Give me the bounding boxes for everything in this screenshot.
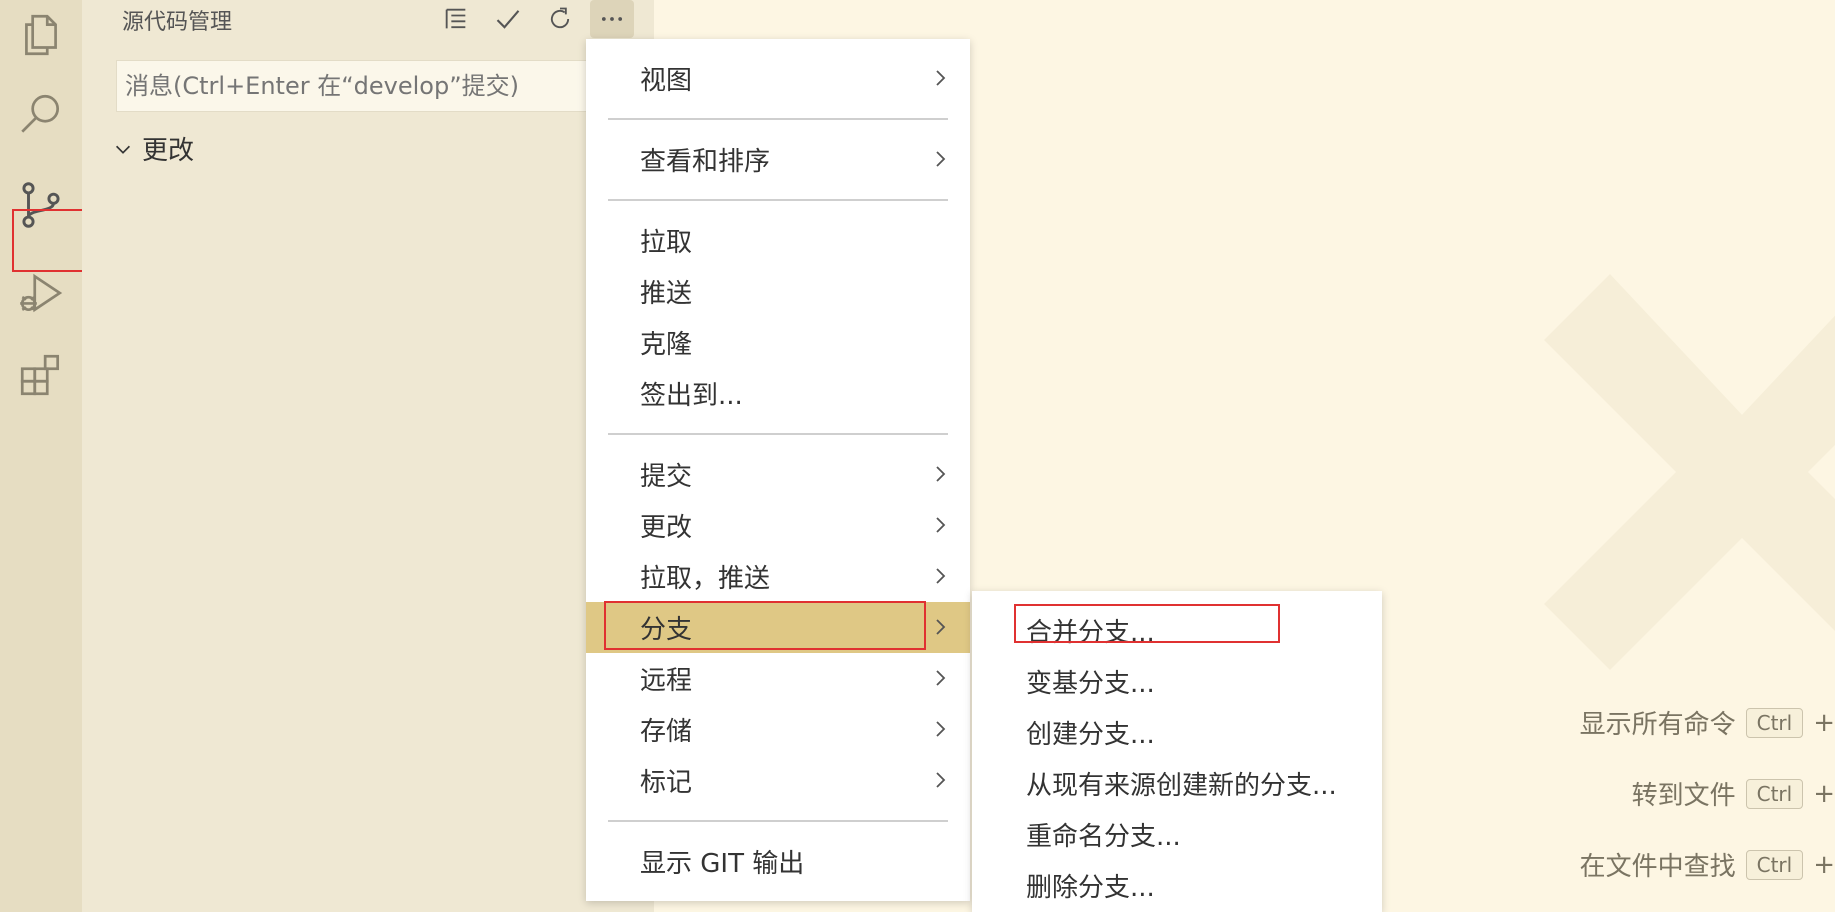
chevron-right-icon xyxy=(936,517,946,533)
shortcut-key: Ctrl xyxy=(1745,778,1804,809)
chevron-right-icon xyxy=(936,466,946,482)
shortcut-label: 在文件中查找 xyxy=(1579,852,1736,882)
menu-item-push[interactable]: 推送 xyxy=(586,266,970,317)
more-actions-menu: 视图 查看和排序 拉取 推送 克隆 签出到... 提交 更改 拉取，推送 分支 … xyxy=(586,39,970,901)
submenu-item-create-branch[interactable]: 创建分支... xyxy=(972,707,1382,758)
chevron-right-icon xyxy=(936,151,946,167)
menu-item-clone[interactable]: 克隆 xyxy=(586,317,970,368)
chevron-right-icon xyxy=(936,619,946,635)
view-tree-icon[interactable] xyxy=(434,0,478,38)
menu-separator xyxy=(608,118,948,120)
shortcut-label: 转到文件 xyxy=(1631,781,1736,811)
shortcut-plus: + xyxy=(1813,707,1835,738)
menu-item-tags[interactable]: 标记 xyxy=(586,755,970,806)
menu-separator xyxy=(608,820,948,822)
more-actions-icon[interactable] xyxy=(590,0,634,38)
sidebar-actions xyxy=(434,0,634,38)
commit-check-icon[interactable] xyxy=(486,0,530,38)
submenu-item-create-branch-from[interactable]: 从现有来源创建新的分支... xyxy=(972,758,1382,809)
submenu-item-rename-branch[interactable]: 重命名分支... xyxy=(972,809,1382,860)
menu-item-pull-push[interactable]: 拉取，推送 xyxy=(586,551,970,602)
sidebar-title: 源代码管理 xyxy=(122,10,233,35)
source-control-sidebar: 源代码管理 更改 xyxy=(82,0,654,912)
shortcut-key: Ctrl xyxy=(1745,707,1804,738)
changes-label: 更改 xyxy=(142,136,195,166)
shortcut-row: 转到文件 Ctrl + xyxy=(1632,775,1835,812)
shortcut-plus: + xyxy=(1813,849,1835,880)
changes-section-header[interactable]: 更改 xyxy=(112,130,194,167)
search-icon[interactable] xyxy=(0,80,82,150)
menu-item-remote[interactable]: 远程 xyxy=(586,653,970,704)
explorer-icon[interactable] xyxy=(0,0,82,70)
menu-separator xyxy=(608,199,948,201)
chevron-right-icon xyxy=(936,721,946,737)
extensions-icon[interactable] xyxy=(0,340,82,410)
menu-separator xyxy=(608,433,948,435)
vscode-watermark-logo xyxy=(1544,274,1835,670)
shortcut-label: 显示所有命令 xyxy=(1579,710,1736,740)
shortcut-row: 在文件中查找 Ctrl + xyxy=(1580,846,1835,883)
menu-item-view-sort[interactable]: 查看和排序 xyxy=(586,134,970,185)
menu-item-pull[interactable]: 拉取 xyxy=(586,215,970,266)
menu-item-show-git-output[interactable]: 显示 GIT 输出 xyxy=(586,836,970,887)
chevron-right-icon xyxy=(936,568,946,584)
chevron-right-icon xyxy=(936,70,946,86)
shortcut-row: 显示所有命令 Ctrl + xyxy=(1580,704,1835,741)
menu-item-checkout[interactable]: 签出到... xyxy=(586,368,970,419)
submenu-item-delete-branch[interactable]: 删除分支... xyxy=(972,860,1382,911)
menu-item-stash[interactable]: 存储 xyxy=(586,704,970,755)
menu-item-view[interactable]: 视图 xyxy=(586,53,970,104)
source-control-highlight xyxy=(12,209,85,272)
shortcut-plus: + xyxy=(1813,778,1835,809)
menu-item-commit[interactable]: 提交 xyxy=(586,449,970,500)
shortcut-key: Ctrl xyxy=(1745,849,1804,880)
branch-item-highlight xyxy=(604,601,926,650)
commit-message-input[interactable] xyxy=(116,60,616,112)
chevron-down-icon xyxy=(115,145,131,154)
menu-item-changes[interactable]: 更改 xyxy=(586,500,970,551)
chevron-right-icon xyxy=(936,772,946,788)
refresh-icon[interactable] xyxy=(538,0,582,38)
submenu-item-rebase-branch[interactable]: 变基分支... xyxy=(972,656,1382,707)
chevron-right-icon xyxy=(936,670,946,686)
merge-branch-highlight xyxy=(1014,604,1280,643)
activity-bar xyxy=(0,0,82,912)
